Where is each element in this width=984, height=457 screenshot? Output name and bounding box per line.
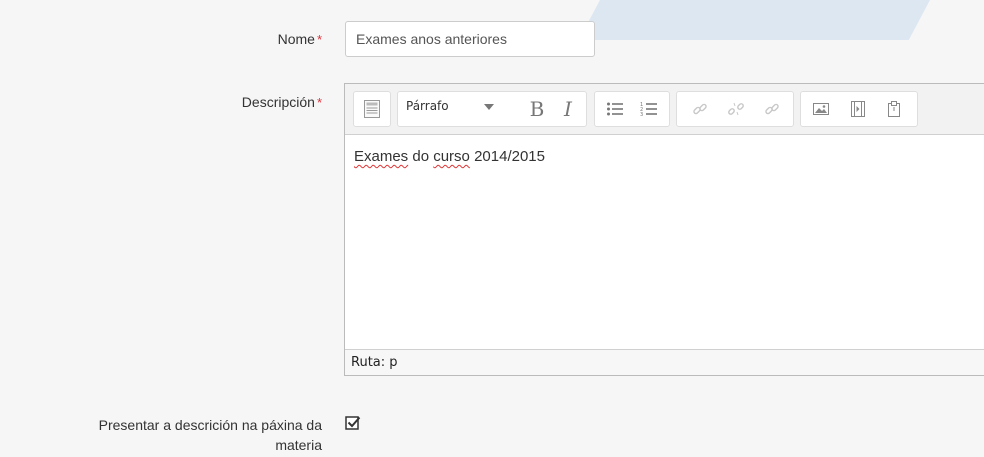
text-format-group: Párrafo B I [397, 91, 587, 127]
description-label-text: Descripción [241, 94, 315, 110]
show-description-checkbox[interactable] [345, 415, 361, 431]
element-path: Ruta: p [351, 355, 398, 370]
required-icon: * [316, 32, 322, 47]
list-group: 1 2 3 [594, 91, 670, 127]
required-icon: * [316, 95, 322, 110]
link-group [676, 91, 794, 127]
show-description-label: Presentar a descrición na páxina da mate… [30, 415, 322, 455]
unlink-icon[interactable] [725, 98, 747, 120]
paragraph-format-select[interactable]: Párrafo [406, 99, 449, 113]
description-field-label: Descripción * [180, 92, 322, 113]
anchor-link-icon[interactable] [761, 98, 783, 120]
toolbar-toggle-group [353, 91, 391, 127]
course-module-form: Nome* Descripción* Pá [0, 0, 984, 457]
content-word: 2014/2015 [474, 148, 545, 165]
italic-button[interactable]: I [557, 97, 579, 121]
media-icon[interactable] [847, 98, 869, 120]
chevron-down-icon[interactable] [484, 104, 494, 110]
description-content[interactable]: Exames do curso 2014/2015 [345, 135, 984, 350]
numbered-list-icon[interactable]: 1 2 3 [638, 98, 660, 120]
show-description-label-line1: Presentar a descrición na páxina da [98, 417, 322, 433]
editor-status-bar: Ruta: p [345, 349, 984, 375]
bulleted-list-icon[interactable] [604, 98, 626, 120]
checkmark-icon [345, 416, 361, 430]
bold-button[interactable]: B [526, 97, 548, 121]
image-icon[interactable] [810, 98, 832, 120]
misspelled-word: Exames [354, 148, 409, 165]
svg-text:3: 3 [640, 112, 643, 117]
link-icon[interactable] [689, 98, 711, 120]
name-label-text: Nome [277, 31, 315, 47]
header-decoration [578, 0, 952, 40]
name-input[interactable] [345, 21, 595, 57]
toolbar-toggle-icon[interactable] [361, 98, 383, 120]
media-group [800, 91, 918, 127]
name-field-label: Nome * [200, 29, 322, 50]
editor-toolbar: Párrafo B I 1 2 3 [345, 84, 984, 135]
manage-files-icon[interactable] [883, 98, 905, 120]
show-description-label-line2: materia [275, 437, 322, 453]
content-word: do [412, 148, 430, 165]
description-editor: Párrafo B I 1 2 3 Exames do curso 2014/2… [344, 83, 984, 376]
misspelled-word: curso [433, 148, 470, 165]
